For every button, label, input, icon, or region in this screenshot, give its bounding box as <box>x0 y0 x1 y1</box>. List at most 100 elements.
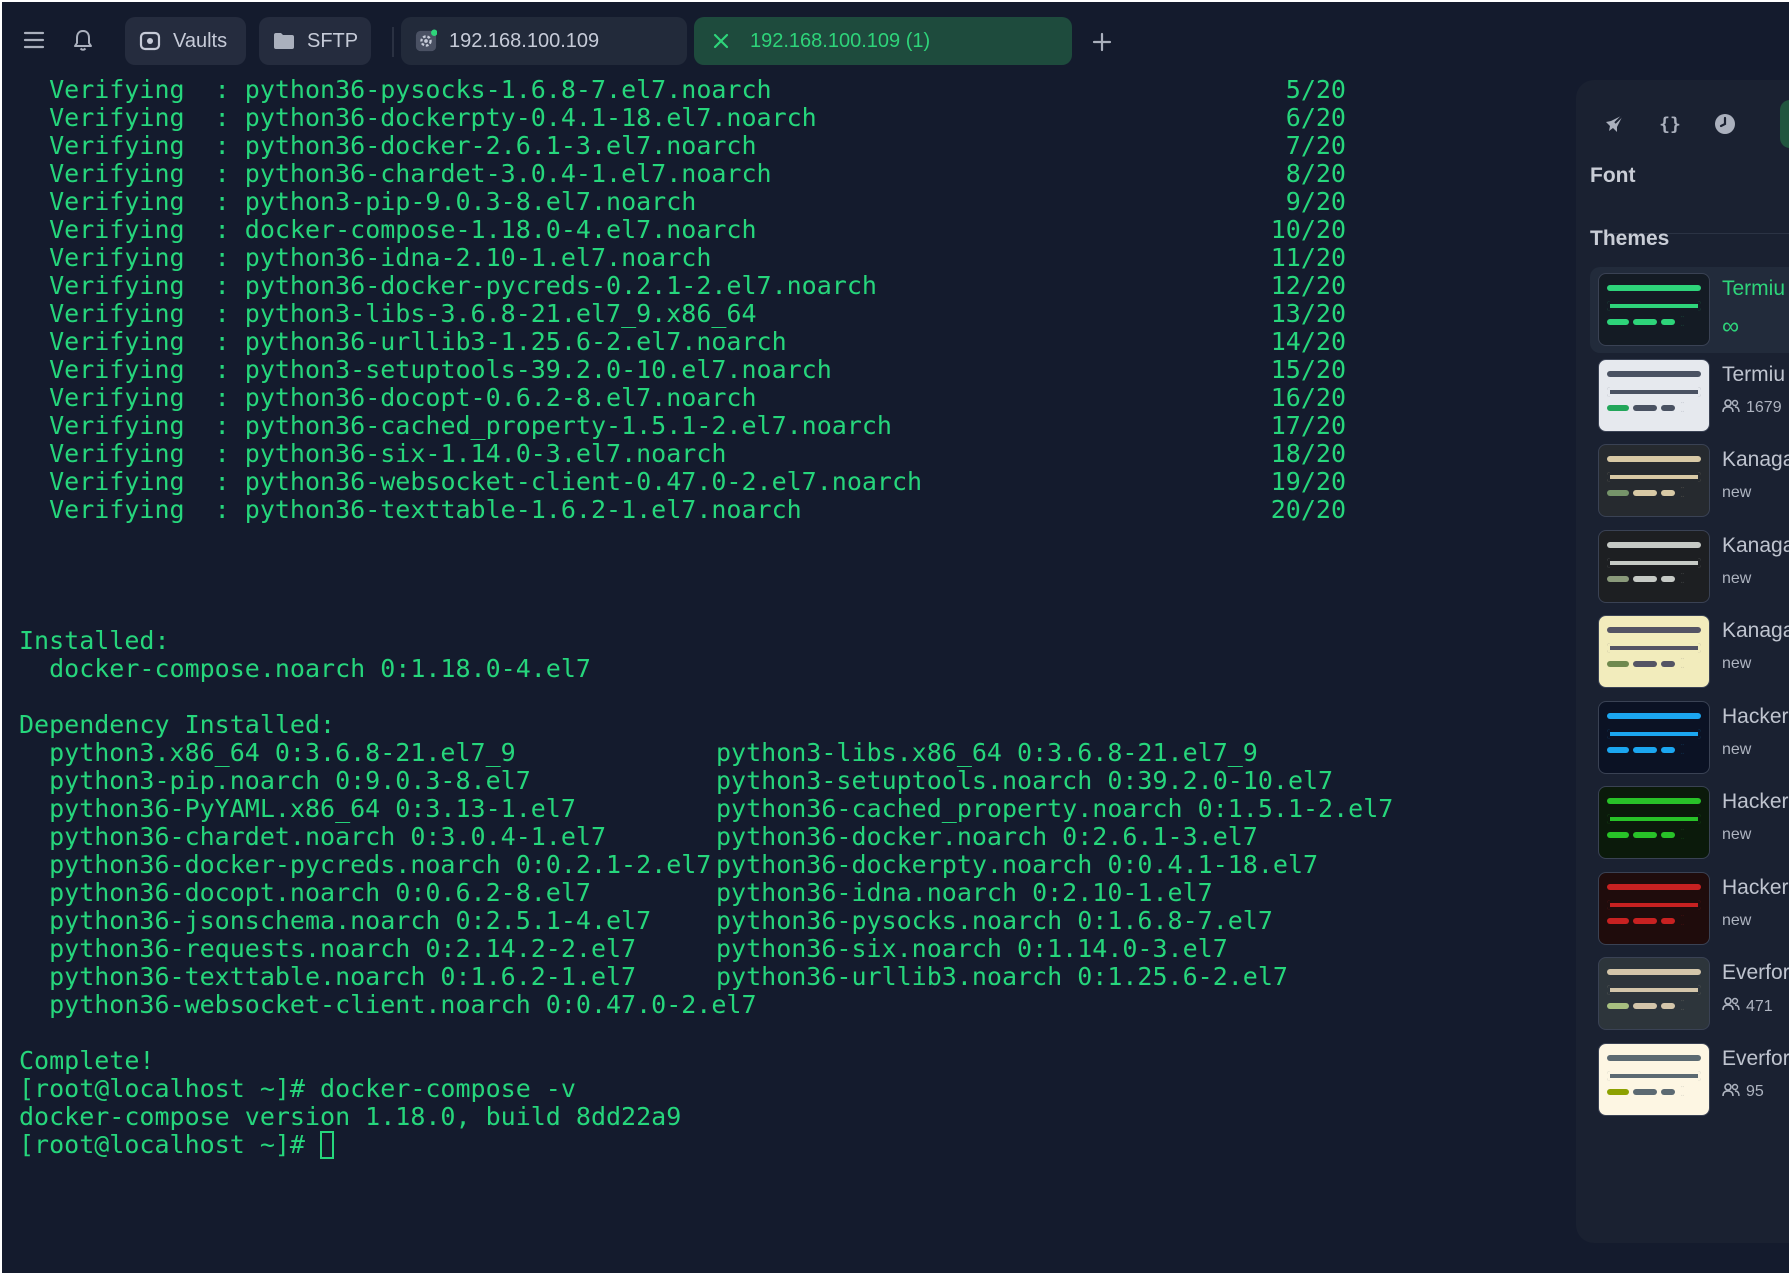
palette-tab-active[interactable] <box>1780 100 1789 148</box>
prompt-line: [root@localhost ~]# <box>19 1130 321 1159</box>
preview-bar <box>1607 643 1701 653</box>
preview-bar <box>1681 1000 1684 1010</box>
preview-bar <box>1633 319 1657 325</box>
preview-bar <box>1681 743 1684 754</box>
tab-session-2-active[interactable]: 192.168.100.109 (1) <box>694 17 1072 65</box>
preview-bar <box>1607 285 1701 291</box>
theme-name: Everfor <box>1722 961 1789 984</box>
theme-meta-text: new <box>1722 826 1752 843</box>
preview-bar <box>1661 490 1675 496</box>
theme-name: Hacker <box>1722 790 1789 813</box>
verify-package: python3-pip-9.0.3-8.el7.noarch <box>244 187 697 216</box>
theme-meta-text: 471 <box>1746 997 1773 1015</box>
preview-bar <box>1633 404 1657 411</box>
bell-icon[interactable] <box>65 22 101 58</box>
verify-prefix: Verifying : <box>19 131 245 160</box>
theme-meta: new <box>1722 826 1751 844</box>
theme-meta-text: new <box>1722 484 1752 501</box>
theme-card[interactable]: Termiu 1679 <box>1590 353 1789 439</box>
rocket-icon[interactable] <box>1596 106 1632 142</box>
preview-bar <box>1607 1003 1629 1009</box>
verify-counter: 20/20 <box>1270 495 1346 524</box>
preview-bar <box>1661 319 1675 325</box>
preview-bar <box>1661 832 1675 838</box>
theme-card[interactable]: Everfor 95 <box>1590 1037 1789 1123</box>
theme-card[interactable]: Hacker new <box>1590 866 1789 952</box>
theme-card[interactable]: Hacker new <box>1590 695 1789 781</box>
theme-card[interactable]: Everfor 471 <box>1590 951 1789 1037</box>
verify-prefix: Verifying : <box>19 75 245 104</box>
preview-bar <box>1681 401 1684 412</box>
preview-bar <box>1607 969 1701 975</box>
theme-meta: 1679 <box>1722 398 1782 418</box>
toolbar-divider <box>392 27 394 57</box>
theme-preview <box>1598 358 1710 432</box>
users-icon <box>1722 997 1740 1016</box>
theme-card[interactable]: Hacker new <box>1590 780 1789 866</box>
vault-icon <box>139 30 161 52</box>
terminal-app-window: Vaults SFTP 192.168.100.109 192.168.100.… <box>2 2 1789 1273</box>
plus-icon[interactable] <box>1084 24 1120 60</box>
menu-icon[interactable] <box>16 22 52 58</box>
vaults-label: Vaults <box>173 29 228 52</box>
infinity-icon: ∞ <box>1722 313 1740 340</box>
close-icon[interactable] <box>710 30 732 52</box>
theme-preview <box>1598 615 1710 688</box>
preview-bar <box>1633 661 1657 667</box>
theme-name: Termiu <box>1722 362 1786 386</box>
theme-meta-text: new <box>1722 569 1752 587</box>
verify-package: python36-chardet-3.0.4-1.el7.noarch <box>244 159 772 188</box>
verify-prefix: Verifying : <box>19 383 245 412</box>
braces-icon[interactable]: {} <box>1652 106 1688 142</box>
terminal-output[interactable]: Verifying : python36-pysocks-1.6.8-7.el7… <box>2 75 1572 1273</box>
verify-package: python36-texttable-1.6.2-1.el7.noarch <box>244 495 802 524</box>
theme-meta: new <box>1722 741 1751 759</box>
theme-card[interactable]: Termiu ∞ <box>1590 267 1789 353</box>
verify-package: python36-docker-2.6.1-3.el7.noarch <box>244 131 757 160</box>
theme-card[interactable]: Kanaga new <box>1590 438 1789 524</box>
verify-package: python36-idna-2.10-1.el7.noarch <box>244 243 712 272</box>
preview-bar <box>1661 1003 1675 1009</box>
theme-card[interactable]: Kanaga new <box>1590 524 1789 610</box>
preview-bar <box>1681 1085 1684 1096</box>
verify-package: python36-websocket-client-0.47.0-2.el7.n… <box>244 467 923 496</box>
preview-bar <box>1607 832 1629 838</box>
verify-prefix: Verifying : <box>19 187 245 216</box>
verify-prefix: Verifying : <box>19 495 245 524</box>
verify-package: python36-pysocks-1.6.8-7.el7.noarch <box>244 75 772 104</box>
preview-bar <box>1607 627 1701 633</box>
terminal-cursor <box>320 1131 334 1159</box>
preview-bar <box>1607 386 1701 397</box>
gear-icon <box>415 29 437 52</box>
theme-meta: new <box>1722 912 1751 930</box>
theme-preview <box>1598 1042 1710 1116</box>
tab-session-1[interactable]: 192.168.100.109 <box>401 17 687 65</box>
clock-icon[interactable] <box>1707 106 1743 142</box>
theme-preview <box>1598 700 1710 774</box>
preview-bar <box>1633 917 1657 924</box>
vaults-button[interactable]: Vaults <box>125 17 246 65</box>
verify-prefix: Verifying : <box>19 215 245 244</box>
preview-bar <box>1607 301 1701 311</box>
theme-preview <box>1598 444 1710 517</box>
sftp-button[interactable]: SFTP <box>259 17 371 65</box>
theme-card[interactable]: Kanaga new <box>1590 609 1789 695</box>
preview-bar <box>1607 370 1701 377</box>
preview-bar <box>1681 316 1684 326</box>
preview-bar <box>1607 883 1701 890</box>
preview-bar <box>1633 575 1657 582</box>
theme-preview <box>1598 957 1710 1030</box>
verify-prefix: Verifying : <box>19 411 245 440</box>
verify-prefix: Verifying : <box>19 271 245 300</box>
preview-bar <box>1633 490 1657 496</box>
theme-meta: new <box>1722 655 1751 673</box>
preview-bar <box>1681 829 1684 839</box>
verify-prefix: Verifying : <box>19 299 245 328</box>
preview-bar <box>1607 1070 1701 1081</box>
verify-package: python36-docopt-0.6.2-8.el7.noarch <box>244 383 757 412</box>
preview-bar <box>1607 899 1701 910</box>
font-section-title[interactable]: Font <box>1590 164 1635 188</box>
preview-bar <box>1633 1003 1657 1009</box>
theme-name: Hacker <box>1722 875 1789 899</box>
theme-meta-text: 95 <box>1746 1083 1764 1100</box>
